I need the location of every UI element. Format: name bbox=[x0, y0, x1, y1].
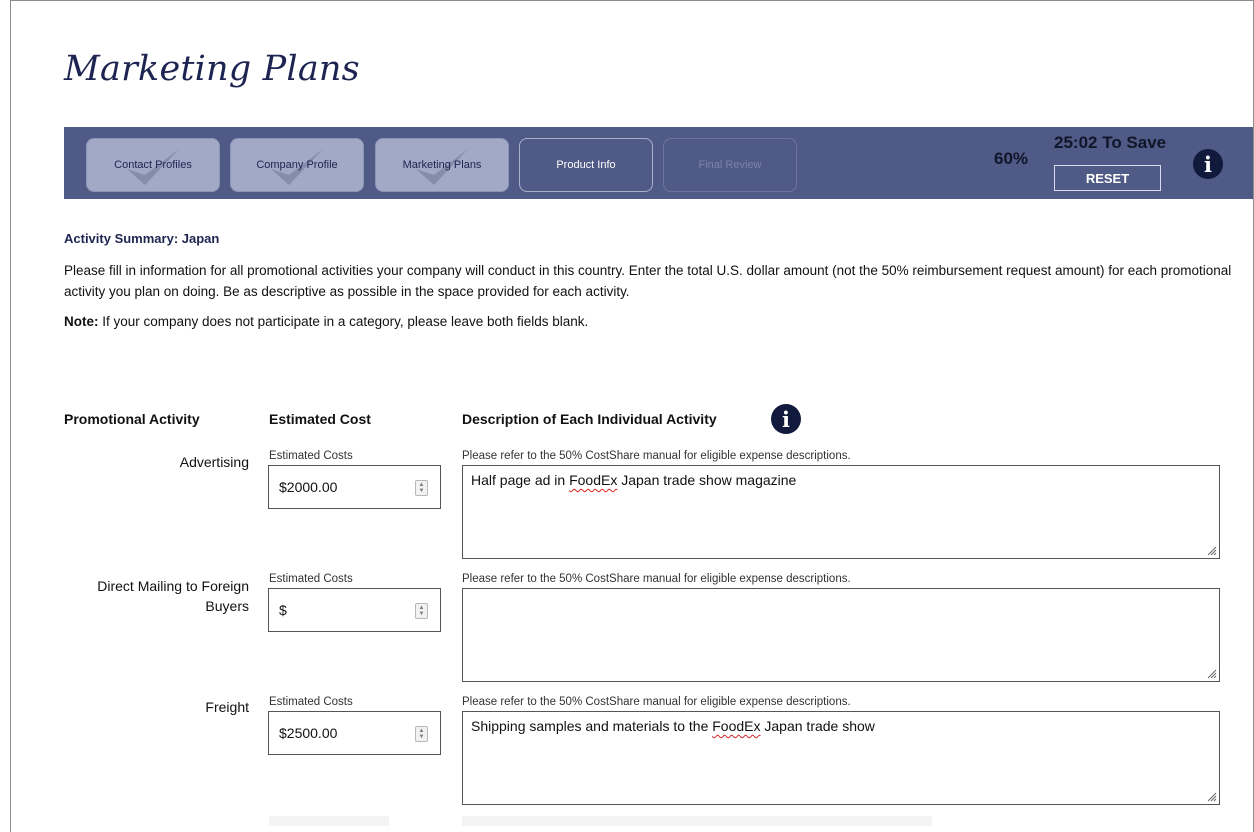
resize-grip-icon[interactable] bbox=[1205, 544, 1217, 556]
spellcheck-word: FoodEx bbox=[712, 718, 761, 734]
note-body: If your company does not participate in … bbox=[98, 314, 589, 329]
note-label: Note: bbox=[64, 314, 99, 329]
step-final-review: Final Review bbox=[663, 138, 797, 192]
resize-grip-icon[interactable] bbox=[1205, 790, 1217, 802]
direct-mailing-cost-input[interactable]: $ ▲ ▼ bbox=[268, 588, 441, 632]
step-label: Marketing Plans bbox=[402, 159, 482, 171]
activity-label-freight: Freight bbox=[205, 699, 249, 715]
cut-off-caption bbox=[462, 816, 932, 826]
page-title: Marketing Plans bbox=[64, 49, 360, 89]
step-company-profile[interactable]: Company Profile bbox=[230, 138, 364, 192]
description-text-after: Japan trade show bbox=[760, 718, 875, 734]
description-text-before: Half page ad in bbox=[471, 472, 570, 488]
save-timer: 25:02 To Save bbox=[1054, 133, 1167, 152]
description-caption: Please refer to the 50% CostShare manual… bbox=[462, 573, 851, 585]
description-caption: Please refer to the 50% CostShare manual… bbox=[462, 696, 851, 708]
step-label: Contact Profiles bbox=[114, 159, 192, 171]
column-header-activity: Promotional Activity bbox=[64, 411, 200, 427]
instructions-text: Please fill in information for all promo… bbox=[64, 263, 1232, 299]
description-text-after: Japan trade show magazine bbox=[617, 472, 797, 488]
cost-value: $2000.00 bbox=[279, 479, 338, 495]
step-label: Final Review bbox=[698, 159, 762, 171]
page-frame: Marketing Plans Contact Profiles Company… bbox=[10, 0, 1254, 832]
freight-cost-input[interactable]: $2500.00 ▲ ▼ bbox=[268, 711, 441, 755]
cost-caption: Estimated Costs bbox=[269, 450, 353, 462]
progress-nav-bar: Contact Profiles Company Profile Marketi… bbox=[64, 127, 1253, 199]
step-label: Product Info bbox=[556, 159, 616, 171]
spellcheck-word: FoodEx bbox=[569, 472, 618, 488]
step-marketing-plans[interactable]: Marketing Plans bbox=[375, 138, 509, 192]
activity-label-advertising: Advertising bbox=[179, 454, 249, 470]
freight-description-field[interactable]: Shipping samples and materials to the Fo… bbox=[462, 711, 1220, 805]
cost-value: $2500.00 bbox=[279, 725, 338, 741]
advertising-cost-input[interactable]: $2000.00 ▲ ▼ bbox=[268, 465, 441, 509]
info-icon[interactable]: i bbox=[1193, 149, 1223, 179]
activity-summary-title: Activity Summary: Japan bbox=[64, 231, 220, 246]
cost-caption: Estimated Costs bbox=[269, 696, 353, 708]
step-contact-profiles[interactable]: Contact Profiles bbox=[86, 138, 220, 192]
progress-percent: 60% bbox=[994, 149, 1029, 168]
step-label: Company Profile bbox=[256, 159, 338, 171]
description-caption: Please refer to the 50% CostShare manual… bbox=[462, 450, 851, 462]
cost-value: $ bbox=[279, 602, 287, 618]
column-header-description: Description of Each Individual Activity bbox=[462, 411, 717, 427]
activity-label-direct-mailing: Direct Mailing to Foreign Buyers bbox=[97, 578, 249, 614]
step-product-info[interactable]: Product Info bbox=[519, 138, 653, 192]
note-text: Note: If your company does not participa… bbox=[64, 314, 588, 329]
resize-grip-icon[interactable] bbox=[1205, 667, 1217, 679]
advertising-description-field[interactable]: Half page ad in FoodEx Japan trade show … bbox=[462, 465, 1220, 559]
reset-button[interactable]: RESET bbox=[1054, 165, 1161, 191]
cost-caption: Estimated Costs bbox=[269, 573, 353, 585]
column-header-cost: Estimated Cost bbox=[269, 411, 371, 427]
stepper-icon[interactable]: ▲ ▼ bbox=[415, 480, 428, 496]
description-info-icon[interactable]: i bbox=[771, 404, 801, 434]
direct-mailing-description-field[interactable] bbox=[462, 588, 1220, 682]
cut-off-caption bbox=[269, 816, 389, 826]
stepper-icon[interactable]: ▲ ▼ bbox=[415, 603, 428, 619]
description-text-before: Shipping samples and materials to the bbox=[471, 718, 713, 734]
stepper-icon[interactable]: ▲ ▼ bbox=[415, 726, 428, 742]
